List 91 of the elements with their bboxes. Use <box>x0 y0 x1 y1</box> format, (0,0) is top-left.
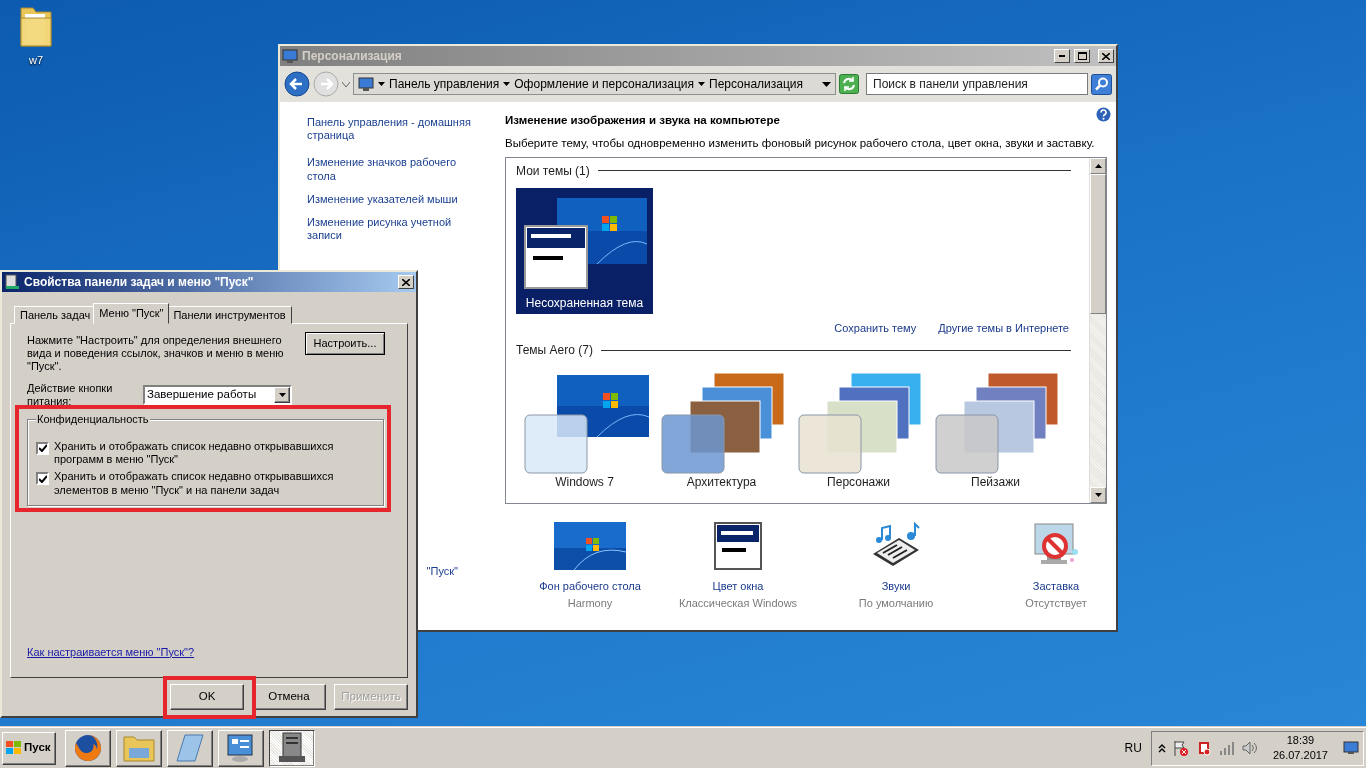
globe-icon <box>73 733 103 763</box>
checkbox[interactable] <box>36 441 49 455</box>
ok-button[interactable]: OK <box>170 684 244 710</box>
group-heading: Мои темы (1) <box>516 163 590 178</box>
theme-tile[interactable]: Архитектура <box>653 367 790 494</box>
checkbox[interactable] <box>36 472 49 486</box>
close-button[interactable] <box>1098 49 1114 63</box>
group-heading: Темы Aero (7) <box>516 343 593 358</box>
monitor-icon <box>282 49 298 63</box>
windows-logo-icon <box>6 741 22 755</box>
power-action-dropdown[interactable]: Завершение работы <box>143 384 292 405</box>
dropdown-arrow-icon <box>378 82 385 86</box>
setting-link[interactable]: Звуки <box>881 579 911 593</box>
flag-icon[interactable] <box>1172 740 1189 756</box>
search-button[interactable] <box>1091 73 1112 95</box>
section-description: Выберите тему, чтобы одновременно изменить фоновый рисунок рабочего стола, цвет окна, звуки и заставку. <box>505 136 1096 151</box>
language-indicator[interactable]: RU <box>1124 740 1142 756</box>
chevron-up-icon[interactable] <box>1157 743 1166 753</box>
dialog-title: Свойства панели задач и меню "Пуск" <box>24 274 255 290</box>
help-icon[interactable] <box>1096 107 1111 122</box>
checkbox-label: Хранить и отображать список недавно открывавшихся программ в меню "Пуск" <box>54 439 335 467</box>
theme-name: Персонажи <box>827 475 890 490</box>
speaker-icon[interactable] <box>1241 741 1258 755</box>
scrollbar[interactable] <box>1089 157 1106 503</box>
up-arrow-icon <box>1094 163 1102 168</box>
taskbar-app-button[interactable] <box>269 729 315 767</box>
maximize-icon <box>1077 52 1087 60</box>
field-label: Действие кнопки питания: <box>27 381 114 408</box>
tab[interactable]: Панели инструментов <box>167 306 292 324</box>
window-icon <box>714 521 762 570</box>
setting-value: Отсутствует <box>1025 596 1087 610</box>
theme-tile[interactable]: Windows 7 <box>516 367 653 494</box>
theme-link[interactable]: Другие темы в Интернете <box>938 322 1069 336</box>
sidebar-link[interactable]: Изменение указателей мыши <box>307 192 472 206</box>
history-dropdown-icon[interactable] <box>822 81 831 87</box>
refresh-button[interactable] <box>839 74 859 94</box>
monitor-icon <box>358 76 374 92</box>
minimize-button[interactable] <box>1054 49 1070 63</box>
checkbox-label: Хранить и отображать список недавно открывавшихся элементов в меню "Пуск" и на панели задач <box>54 470 335 497</box>
close-button[interactable] <box>398 275 414 289</box>
recent-pages-caret-icon[interactable] <box>342 81 350 87</box>
close-icon <box>1102 52 1110 60</box>
minimize-icon <box>1059 55 1065 57</box>
window-title: Персонализация <box>302 48 403 64</box>
customize-button[interactable]: Настроить... <box>305 332 385 355</box>
search-field[interactable]: Поиск в панели управления <box>866 73 1088 95</box>
section-heading: Изменение изображения и звука на компьютере <box>505 114 780 128</box>
desktop-icon-label[interactable]: w7 <box>28 54 44 68</box>
theme-name: Windows 7 <box>555 475 614 490</box>
folder-icon <box>19 4 53 48</box>
scroll-thumb[interactable] <box>1090 173 1106 314</box>
sidebar-link[interactable]: "Пуск" <box>426 564 458 578</box>
setting-value: По умолчанию <box>858 596 934 610</box>
setting-link[interactable]: Фон рабочего стола <box>539 579 641 593</box>
theme-name: Несохраненная тема <box>525 295 644 310</box>
dropdown-arrow-icon <box>1094 492 1102 497</box>
setting-value: Harmony <box>567 596 613 610</box>
tab[interactable]: Меню "Пуск" <box>93 303 170 324</box>
scroll-up-button[interactable] <box>1090 157 1106 174</box>
theme-tile[interactable]: Пейзажи <box>927 367 1064 494</box>
server-icon <box>277 732 307 764</box>
theme-link[interactable]: Сохранить тему <box>834 322 917 336</box>
sidebar-link[interactable]: Изменение значков рабочего стола <box>307 156 472 183</box>
instruction-text: Нажмите "Настроить" для определения внешнего вида и поведения ссылок, значков и меню в меню "Пуск". <box>27 334 285 374</box>
theme-tile[interactable]: Несохраненная тема <box>516 188 653 314</box>
monitor-icon <box>226 733 256 763</box>
dropdown-arrow-icon <box>503 82 511 86</box>
sidebar-link[interactable]: Изменение рисунка учетной записи <box>307 215 472 243</box>
group-title: Конфиденциальность <box>36 412 150 427</box>
close-icon <box>402 278 410 286</box>
theme-tile[interactable]: Персонажи <box>790 367 927 494</box>
dropdown-arrow-icon <box>698 82 705 86</box>
setting-link[interactable]: Заставка <box>1032 579 1080 593</box>
address-bar[interactable]: Панель управления Оформление и персонализация Персонализация <box>353 73 836 95</box>
theme-name: Пейзажи <box>971 475 1020 490</box>
folder-icon <box>123 734 155 762</box>
theme-name: Архитектура <box>686 475 757 490</box>
breadcrumb-item[interactable]: Оформление и персонализация <box>514 76 694 92</box>
dropdown-arrow-icon <box>278 392 286 397</box>
maximize-button[interactable] <box>1074 49 1090 63</box>
back-button[interactable] <box>284 71 310 97</box>
setting-value: Классическая Windows <box>678 596 798 610</box>
show-desktop-icon[interactable] <box>1343 741 1359 755</box>
sidebar-link[interactable]: Панель управления - домашняя страница <box>307 116 472 143</box>
wallpaper-icon <box>554 521 626 570</box>
setting-link[interactable]: Цвет окна <box>712 579 764 593</box>
clock[interactable]: 18:39 26.07.2017 <box>1272 733 1328 763</box>
help-link[interactable]: Как настраивается меню "Пуск"? <box>27 645 195 659</box>
start-button[interactable]: Пуск <box>2 731 56 765</box>
breadcrumb-item[interactable]: Панель управления <box>389 76 500 92</box>
breadcrumb-item[interactable]: Персонализация <box>709 76 804 92</box>
